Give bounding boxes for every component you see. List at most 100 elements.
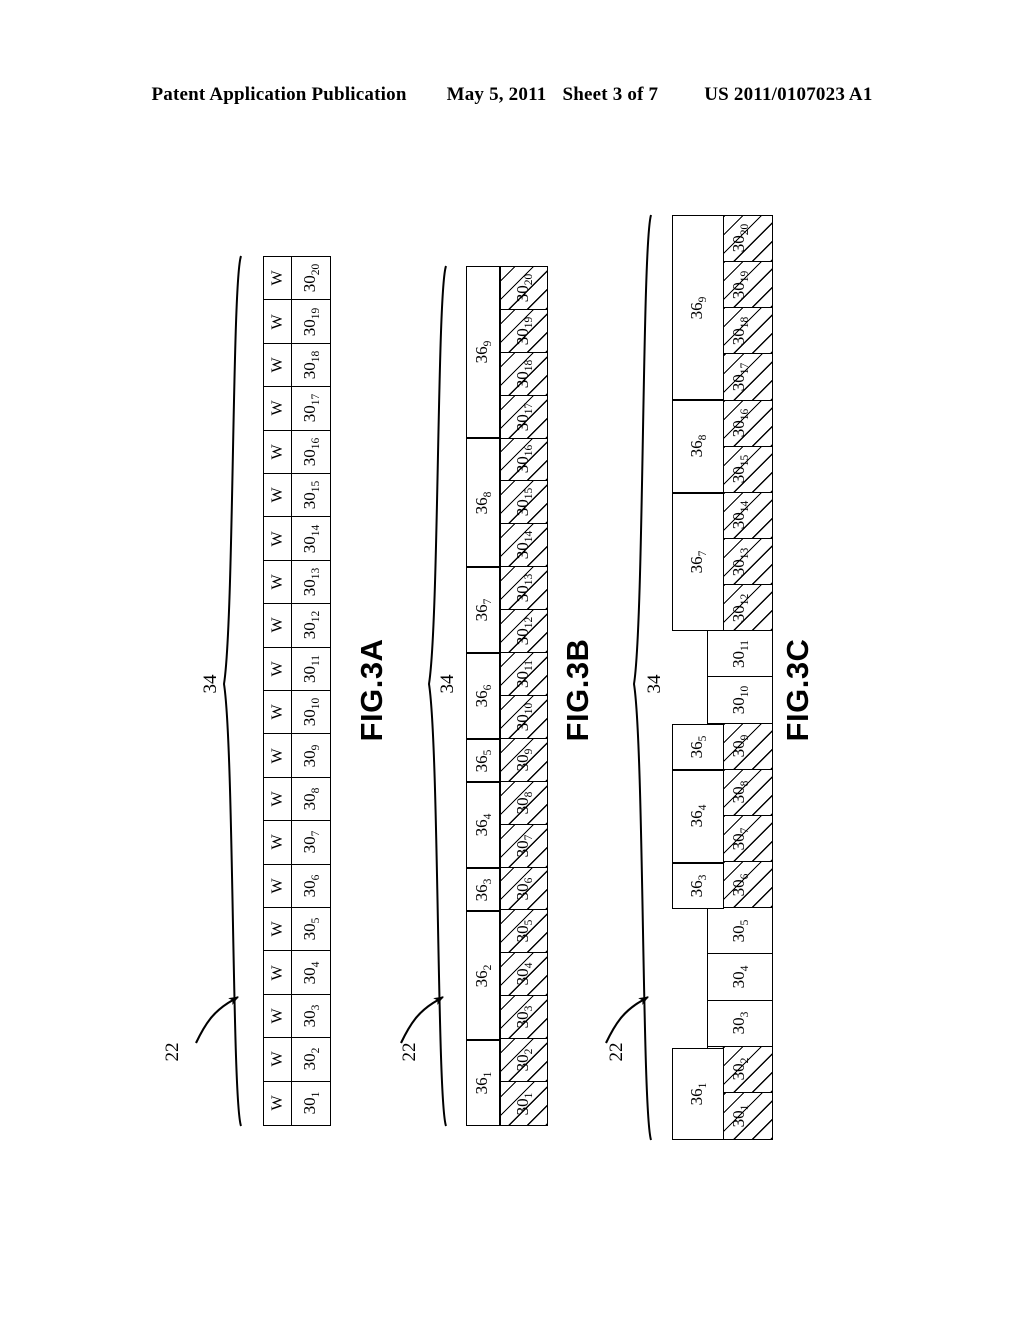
cell-30-6: 306 bbox=[501, 867, 547, 911]
cell-w-marker: W bbox=[264, 1081, 293, 1125]
cell-w-marker: W bbox=[264, 1038, 293, 1081]
group-36-3: 363 bbox=[672, 862, 724, 909]
cell-30-14: W 3014 bbox=[264, 517, 330, 561]
cell-30-1: 301 bbox=[501, 1082, 547, 1125]
cell-w-marker: W bbox=[264, 907, 293, 951]
reference-label-34-fig3c: 34 bbox=[644, 674, 665, 694]
cell-number-label-slot: 3015 bbox=[299, 480, 323, 510]
cell-w-marker: W bbox=[264, 777, 293, 821]
cell-number-label-slot: 304 bbox=[299, 961, 323, 984]
cell-30-11: W 3011 bbox=[264, 647, 330, 691]
cell-w-marker: W bbox=[264, 994, 293, 1038]
group-gap-slot bbox=[672, 631, 724, 724]
group-box-strip: 361 362 363 364 365 366 367 368 369 bbox=[466, 266, 500, 1126]
cell-30-12: W 3012 bbox=[264, 604, 330, 648]
cell-w-marker: W bbox=[264, 300, 293, 343]
cell-30-9: W 309 bbox=[264, 734, 330, 778]
reference-label-22-fig3c: 22 bbox=[606, 1042, 627, 1062]
cell-30-18: 3018 bbox=[501, 352, 547, 396]
cell-30-11: 3011 bbox=[501, 653, 547, 696]
figure-caption-fig3a: FIG.3A bbox=[354, 638, 389, 742]
cell-30-5: W 305 bbox=[264, 907, 330, 952]
cell-number-label-slot: 308 bbox=[299, 787, 323, 811]
cell-30-4: W 304 bbox=[264, 951, 330, 995]
cell-30-15: 3015 bbox=[501, 481, 547, 525]
cell-30-6: W 306 bbox=[264, 864, 330, 908]
cell-30-13: W 3013 bbox=[264, 560, 330, 605]
cell-w-marker: W bbox=[264, 604, 293, 647]
cell-30-14: 3014 bbox=[501, 524, 547, 568]
cell-number-label-slot: 3013 bbox=[299, 567, 323, 597]
cell-30-3: 303 bbox=[501, 996, 547, 1040]
cell-30-16: 3016 bbox=[501, 438, 547, 482]
cell-number-label-slot: 3016 bbox=[299, 437, 323, 466]
group-36-1: 361 bbox=[672, 1047, 724, 1140]
cell-number-label-slot: 306 bbox=[299, 874, 323, 898]
cell-30-7: W 307 bbox=[264, 821, 330, 865]
cell-30-9: 309 bbox=[501, 738, 547, 782]
reference-label-34-fig3b: 34 bbox=[437, 674, 458, 694]
cell-w-marker: W bbox=[264, 343, 293, 387]
group-36-4: 364 bbox=[672, 770, 724, 863]
reference-label-22-fig3b: 22 bbox=[399, 1042, 420, 1062]
cell-number-label-slot: 3020 bbox=[299, 263, 323, 293]
group-36-9: 369 bbox=[466, 266, 500, 438]
cell-w-marker: W bbox=[264, 560, 293, 604]
group-36-5: 365 bbox=[672, 723, 724, 770]
cell-w-marker: W bbox=[264, 517, 293, 560]
cell-30-13: 3013 bbox=[501, 567, 547, 611]
cell-number-label-slot: 305 bbox=[299, 917, 323, 941]
group-36-7: 367 bbox=[466, 567, 500, 653]
cell-w-marker: W bbox=[264, 473, 293, 517]
group-gap-slot bbox=[672, 909, 724, 1048]
group-36-3: 363 bbox=[466, 868, 500, 911]
group-36-5: 365 bbox=[466, 739, 500, 782]
cell-w-marker: W bbox=[264, 256, 293, 300]
cell-30-12: 3012 bbox=[501, 610, 547, 654]
cell-30-4: 304 bbox=[501, 953, 547, 997]
cell-30-7: 307 bbox=[501, 824, 547, 868]
cell-30-3: W 303 bbox=[264, 994, 330, 1039]
figure-caption-fig3c: FIG.3C bbox=[780, 638, 815, 742]
figure-caption-fig3b: FIG.3B bbox=[560, 638, 595, 742]
cell-w-marker: W bbox=[264, 734, 293, 777]
cell-30-17: 3017 bbox=[501, 395, 547, 439]
cell-number-label-slot: 3019 bbox=[299, 307, 323, 336]
cell-number-label-slot: 3010 bbox=[299, 697, 323, 727]
cell-w-marker: W bbox=[264, 430, 293, 473]
reference-label-34-fig3a: 34 bbox=[200, 674, 221, 694]
cell-30-10: 3010 bbox=[501, 695, 547, 739]
cell-number-label-slot: 307 bbox=[299, 831, 323, 854]
cell-number-label-slot: 3018 bbox=[299, 350, 323, 380]
group-36-8: 368 bbox=[672, 400, 724, 493]
cell-30-2: W 302 bbox=[264, 1038, 330, 1082]
cell-number-label-slot: 309 bbox=[299, 744, 323, 767]
cell-w-marker: W bbox=[264, 387, 293, 430]
cell-w-marker: W bbox=[264, 690, 293, 734]
cell-30-19: W 3019 bbox=[264, 300, 330, 344]
cell-30-8: 308 bbox=[501, 781, 547, 825]
cell-number-label-slot: 303 bbox=[299, 1004, 323, 1028]
group-36-9: 369 bbox=[672, 215, 724, 400]
cell-30-16: W 3016 bbox=[264, 430, 330, 474]
cell-number-label-slot: 301 bbox=[299, 1091, 323, 1115]
reference-label-22-fig3a: 22 bbox=[162, 1042, 183, 1062]
group-36-6: 366 bbox=[466, 653, 500, 739]
cell-number-label-slot: 302 bbox=[299, 1048, 323, 1071]
cell-w-marker: W bbox=[264, 864, 293, 907]
group-36-8: 368 bbox=[466, 438, 500, 567]
cell-30-15: W 3015 bbox=[264, 473, 330, 518]
patent-drawing-area: W 301 W 302 W 303 W 304 W 305 W 306 W 307 W 308 W 309 W 301… bbox=[0, 0, 1024, 1320]
group-36-2: 362 bbox=[466, 911, 500, 1040]
cell-30-10: W 3010 bbox=[264, 690, 330, 735]
cell-30-2: 302 bbox=[501, 1039, 547, 1083]
cell-30-20: W 3020 bbox=[264, 256, 330, 301]
cell-w-marker: W bbox=[264, 821, 293, 864]
cell-w-marker: W bbox=[264, 647, 293, 690]
cell-w-marker: W bbox=[264, 951, 293, 994]
group-36-7: 367 bbox=[672, 492, 724, 632]
cell-number-label-slot: 3012 bbox=[299, 611, 323, 640]
cell-number-label-slot: 3014 bbox=[299, 524, 323, 553]
group-36-1: 361 bbox=[466, 1040, 500, 1126]
cell-30-8: W 308 bbox=[264, 777, 330, 822]
